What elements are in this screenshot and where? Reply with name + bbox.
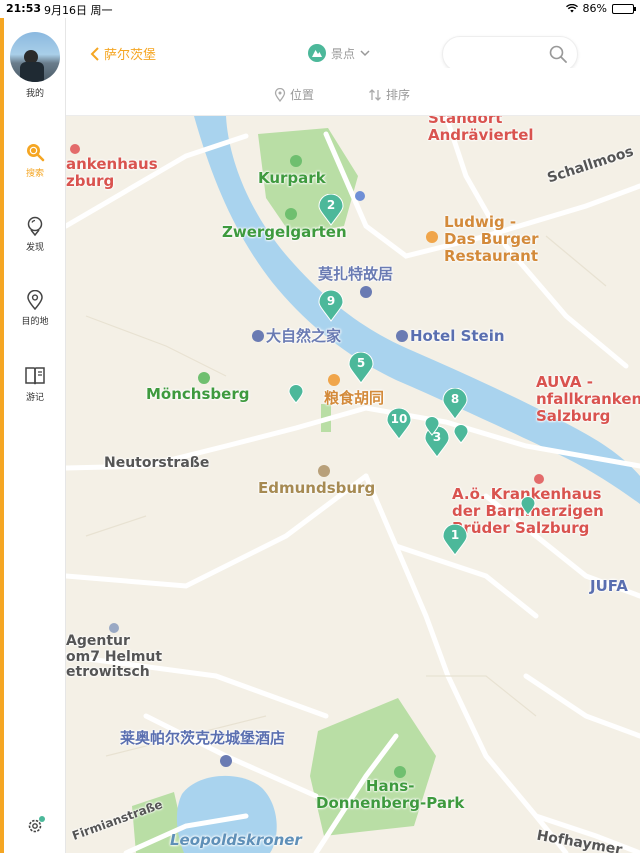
- status-date: 9月16日 周一: [44, 4, 113, 17]
- map-label[interactable]: 莫扎特故居: [318, 266, 393, 283]
- sidebar-item-search[interactable]: 搜索: [4, 142, 66, 179]
- map-pin-small[interactable]: [453, 424, 469, 444]
- gear-icon: [28, 816, 45, 833]
- map-pin-number: 1: [450, 528, 460, 542]
- location-filter-label: 位置: [290, 88, 315, 102]
- map-pin-number: 8: [450, 392, 460, 406]
- sidebar-item-destination[interactable]: 目的地: [4, 290, 66, 327]
- search-input[interactable]: [455, 37, 555, 71]
- sidebar-item-label: 目的地: [21, 317, 49, 327]
- map-label[interactable]: Hotel Stein: [410, 328, 505, 345]
- search-icon: [27, 144, 45, 162]
- sort-filter-label: 排序: [386, 88, 411, 102]
- sidebar-item-label: 发现: [25, 243, 44, 253]
- settings-button[interactable]: [26, 815, 46, 839]
- map-label[interactable]: Leopoldskroner: [170, 832, 302, 849]
- map-pin-number: 2: [326, 198, 336, 212]
- map-label[interactable]: Mönchsberg: [146, 386, 249, 403]
- map-pin-small[interactable]: [520, 496, 536, 516]
- discover-icon: [27, 216, 43, 236]
- map-label[interactable]: Hans- Donnenberg-Park: [316, 778, 464, 812]
- map-label[interactable]: 粮食胡同: [324, 390, 384, 407]
- status-time: 21:53: [6, 2, 42, 15]
- sort-icon: [369, 88, 381, 101]
- sidebar-item-label: 我的: [25, 89, 44, 99]
- chevron-left-icon: [90, 46, 99, 61]
- attraction-icon: [308, 44, 326, 62]
- back-label: 萨尔茨堡: [104, 48, 157, 63]
- search-box[interactable]: [442, 36, 578, 72]
- sort-filter[interactable]: 排序: [368, 86, 410, 103]
- map-pin[interactable]: 1: [442, 523, 468, 556]
- map-label[interactable]: Edmundsburg: [258, 480, 375, 497]
- map-pin-small[interactable]: [288, 384, 304, 404]
- map-pin[interactable]: 10: [386, 407, 412, 440]
- map-pin[interactable]: 2: [318, 193, 344, 226]
- category-dropdown[interactable]: 景点: [308, 44, 370, 62]
- location-filter[interactable]: 位置: [274, 86, 314, 103]
- map-pin[interactable]: 9: [318, 289, 344, 322]
- wifi-icon: [565, 4, 578, 13]
- battery-percent: 86%: [582, 2, 607, 15]
- map-label[interactable]: Neutorstraße: [104, 455, 209, 472]
- chevron-down-icon: [360, 50, 370, 57]
- status-right: 86%: [565, 2, 636, 15]
- map-label[interactable]: Ludwig - Das Burger Restaurant: [444, 214, 539, 264]
- avatar[interactable]: [10, 32, 60, 82]
- status-bar: 21:53 9月16日 周一 86%: [0, 0, 640, 18]
- sidebar-item-label: 搜索: [25, 169, 44, 179]
- map-pin-small[interactable]: [424, 416, 440, 436]
- map-label[interactable]: AUVA - nfallkrankenhaus Salzburg: [536, 374, 640, 424]
- map-label[interactable]: Zwergelgarten: [222, 224, 347, 241]
- map-label[interactable]: Agentur om7 Helmut etrowitsch: [66, 633, 162, 681]
- filter-bar: 位置 排序: [66, 68, 640, 116]
- category-label: 景点: [331, 46, 356, 61]
- sidebar-item-label: 游记: [25, 393, 44, 403]
- map-pin-number: 9: [326, 294, 336, 308]
- map-label[interactable]: 大自然之家: [266, 328, 341, 345]
- map-label[interactable]: 莱奥帕尔茨克龙城堡酒店: [120, 730, 285, 747]
- location-icon: [27, 290, 43, 310]
- back-button[interactable]: 萨尔茨堡: [90, 44, 156, 63]
- location-icon: [274, 87, 286, 102]
- sidebar-item-profile[interactable]: 我的: [4, 86, 66, 99]
- top-bar: 萨尔茨堡 景点: [66, 18, 640, 72]
- book-icon: [25, 367, 45, 385]
- map-label[interactable]: Kurpark: [258, 170, 326, 187]
- map-view[interactable]: Standort Andräviertel ankenhaus zburg Sc…: [66, 116, 640, 853]
- map-label[interactable]: ankenhaus zburg: [66, 156, 158, 190]
- map-pin[interactable]: 8: [442, 387, 468, 420]
- map-pin-number: 5: [356, 356, 366, 370]
- battery-icon: [612, 3, 636, 14]
- map-pin-number: 10: [390, 412, 408, 426]
- sidebar: 我的 搜索 发现 目的地 游记: [0, 18, 66, 853]
- search-icon: [549, 45, 567, 63]
- sidebar-item-travelnotes[interactable]: 游记: [4, 366, 66, 403]
- app-root: 21:53 9月16日 周一 86% 我的 搜索 发现 目的地 游记 萨尔茨堡 …: [0, 0, 640, 853]
- map-label[interactable]: JUFA: [590, 578, 628, 595]
- map-pin[interactable]: 5: [348, 351, 374, 384]
- sidebar-item-discover[interactable]: 发现: [4, 216, 66, 253]
- map-label[interactable]: Standort Andräviertel: [428, 116, 534, 144]
